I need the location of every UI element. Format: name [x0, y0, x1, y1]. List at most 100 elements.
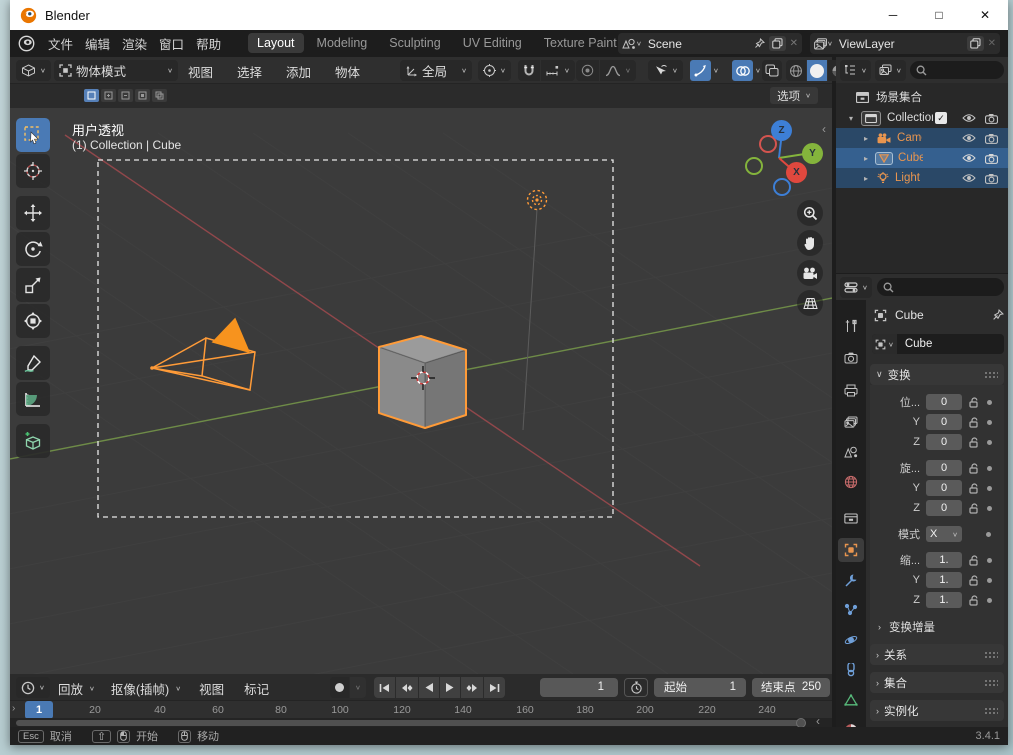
pin-icon[interactable] [992, 309, 1004, 321]
pivot-point-dropdown[interactable]: ∨ [478, 60, 511, 81]
select-mode-subtract[interactable] [118, 89, 133, 102]
remove-viewlayer-icon[interactable]: ✕ [988, 38, 996, 49]
animate-dot[interactable] [987, 577, 992, 583]
new-scene-icon[interactable] [768, 36, 786, 51]
play-reverse-button[interactable] [419, 677, 439, 698]
show-overlays-toggle[interactable] [732, 60, 753, 81]
tool-annotate[interactable] [16, 346, 50, 380]
menu-select[interactable]: 选择 [237, 62, 262, 81]
collections-panel-header[interactable]: › 集合 [870, 672, 1004, 693]
tab-object[interactable] [838, 538, 864, 562]
pan-control[interactable] [797, 230, 823, 256]
properties-search-input[interactable] [876, 278, 1004, 296]
minimize-button[interactable]: ─ [870, 0, 916, 30]
tab-material[interactable] [838, 718, 864, 727]
show-gizmo-toggle[interactable] [690, 60, 711, 81]
rotation-mode-dropdown[interactable]: X ∨ [926, 526, 962, 542]
tool-scale[interactable] [16, 268, 50, 302]
axis-z-ball[interactable]: Z [771, 120, 792, 141]
instancing-panel-header[interactable]: › 实例化 [870, 700, 1004, 721]
transform-orientation-dropdown[interactable]: 全局 ∨ [400, 60, 472, 81]
viewport[interactable]: Z Y X 用户透视 (1) Collection | Cube ‹ [10, 108, 832, 674]
workspace-tab-texture-paint[interactable]: Texture Paint [535, 33, 626, 53]
lock-icon[interactable] [969, 436, 979, 448]
pin-icon[interactable] [754, 38, 765, 49]
timeline-editor-type-button[interactable]: ∨ [16, 677, 50, 698]
select-mode-new[interactable] [84, 89, 99, 102]
overlays-dropdown[interactable]: ∨ [755, 67, 761, 74]
disable-render-icon[interactable] [985, 153, 998, 164]
play-button[interactable] [440, 677, 460, 698]
jump-to-start-button[interactable] [374, 677, 395, 698]
animate-dot[interactable] [987, 485, 992, 491]
lock-icon[interactable] [969, 594, 979, 606]
xray-toggle[interactable] [762, 60, 782, 81]
lock-icon[interactable] [969, 574, 979, 586]
menu-object[interactable]: 物体 [335, 62, 360, 81]
maximize-button[interactable]: □ [916, 0, 962, 30]
ortho-toggle-control[interactable] [797, 290, 823, 316]
animate-dot[interactable] [987, 419, 992, 425]
hide-viewport-icon[interactable] [962, 153, 976, 163]
auto-keying-toggle[interactable] [330, 677, 349, 698]
frame-end-field[interactable]: 结束点 250 [752, 677, 830, 697]
camera-view-control[interactable] [797, 260, 823, 286]
select-mode-invert[interactable] [135, 89, 150, 102]
animate-dot[interactable] [987, 465, 992, 471]
blender-menu-icon[interactable] [18, 35, 35, 52]
jump-to-end-button[interactable] [484, 677, 505, 698]
use-preview-range-toggle[interactable] [624, 677, 648, 697]
menu-help[interactable]: 帮助 [190, 34, 227, 53]
camera-object-row[interactable]: ▸ Camera [836, 128, 1008, 148]
tab-collection-props[interactable] [838, 506, 864, 530]
menu-view[interactable]: 视图 [188, 62, 213, 81]
horizontal-scrollbar[interactable] [16, 719, 802, 726]
tab-render[interactable] [838, 346, 864, 370]
snap-toggle[interactable] [518, 60, 540, 81]
tab-modifiers[interactable] [838, 568, 864, 592]
tab-physics[interactable] [838, 628, 864, 652]
tab-view-layer[interactable] [838, 410, 864, 434]
light-object[interactable] [522, 189, 548, 431]
tool-transform[interactable] [16, 304, 50, 338]
lock-icon[interactable] [969, 482, 979, 494]
menu-keying[interactable]: 抠像(插帧) [111, 679, 169, 698]
collection-checkbox[interactable]: ✓ [935, 112, 948, 124]
expand-caret-icon[interactable]: ▸ [864, 154, 868, 163]
gizmo-dropdown[interactable]: ∨ [713, 67, 719, 74]
disable-render-icon[interactable] [985, 133, 998, 144]
location-x-field[interactable]: 0 [926, 394, 962, 410]
cube-object[interactable] [378, 335, 467, 429]
hide-viewport-icon[interactable] [962, 113, 976, 123]
delete-scene-icon[interactable]: ✕ [790, 38, 798, 49]
hide-viewport-icon[interactable] [962, 133, 976, 143]
proportional-editing-toggle[interactable] [576, 60, 599, 81]
location-z-field[interactable]: 0 [926, 434, 962, 450]
camera-object[interactable] [150, 317, 256, 391]
menu-render[interactable]: 渲染 [116, 34, 153, 53]
light-object-row[interactable]: ▸ Light [836, 168, 1008, 188]
mode-dropdown[interactable]: 物体模式 ∨ [54, 60, 178, 81]
outliner-editor-type-button[interactable]: ∨ [840, 59, 871, 81]
hide-viewport-icon[interactable] [962, 173, 976, 183]
tab-output[interactable] [838, 378, 864, 402]
workspace-tab-layout[interactable]: Layout [248, 33, 304, 53]
auto-keying-dropdown[interactable]: ∨ [350, 677, 366, 698]
scene-collection-row[interactable]: 场景集合 [836, 87, 1008, 107]
previous-keyframe-button[interactable] [396, 677, 418, 698]
tab-world[interactable] [838, 470, 864, 494]
next-keyframe-button[interactable] [461, 677, 483, 698]
disable-render-icon[interactable] [985, 173, 998, 184]
shading-wireframe-button[interactable] [786, 60, 806, 81]
current-frame-field[interactable]: 1 [540, 677, 618, 697]
playhead[interactable]: 1 [25, 701, 53, 719]
scale-z-field[interactable]: 1. [926, 592, 962, 608]
transform-panel-header[interactable]: ∨ 变换 [870, 364, 1004, 385]
select-mode-extend[interactable] [101, 89, 116, 102]
scale-x-field[interactable]: 1. [926, 552, 962, 568]
lock-icon[interactable] [969, 396, 979, 408]
expand-caret-icon[interactable]: ▸ [864, 134, 868, 143]
proportional-falloff-dropdown[interactable]: ∨ [600, 60, 636, 81]
timeline-ruler[interactable]: › 20 40 60 80 100 120 140 160 180 200 22… [10, 700, 832, 719]
scrollbar-handle[interactable] [796, 717, 806, 728]
